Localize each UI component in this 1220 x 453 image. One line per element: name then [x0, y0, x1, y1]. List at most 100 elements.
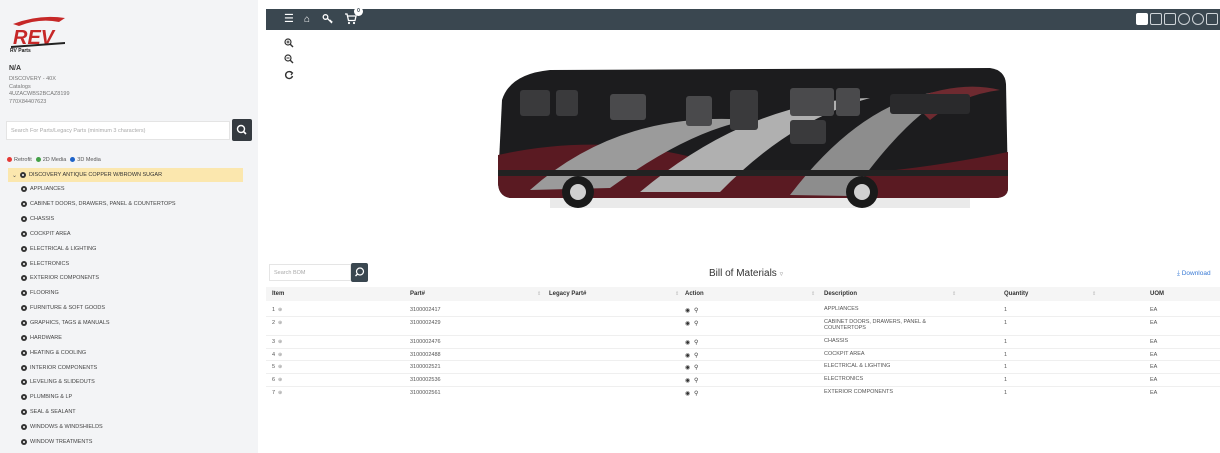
tree-item[interactable]: CHASSIS — [8, 212, 243, 227]
search-icon[interactable]: ⚲ — [694, 339, 698, 346]
cell-uom: EA — [1150, 319, 1158, 326]
tree-item[interactable]: COCKPIT AREA — [8, 227, 243, 242]
view-icon[interactable]: ◉ — [685, 320, 690, 327]
tree-item[interactable]: LEVELING & SLIDEOUTS — [8, 375, 243, 390]
cart-count-badge: 0 — [354, 7, 363, 16]
tree-item[interactable]: GRAPHICS, TAGS & MANUALS — [8, 316, 243, 331]
col-quantity[interactable]: Quantity — [1004, 291, 1028, 297]
tree-item[interactable]: HEATING & COOLING — [8, 345, 243, 360]
tree-item[interactable]: ELECTRONICS — [8, 256, 243, 271]
bom-search-button[interactable] — [351, 263, 368, 282]
magnify-icon[interactable]: ⊕ — [278, 307, 282, 313]
cell-quantity: 1 — [1004, 307, 1008, 313]
settings-icon[interactable] — [1192, 13, 1204, 25]
view-icon[interactable]: ◉ — [685, 377, 690, 384]
filter-icon[interactable]: ▿ — [780, 271, 784, 278]
col-action: Action — [685, 291, 704, 297]
sort-icon[interactable]: ⇕ — [675, 291, 679, 297]
bom-title-text: Bill of Materials — [709, 268, 777, 279]
cell-item: 1 — [272, 307, 276, 313]
tree-item[interactable]: APPLIANCES — [8, 182, 243, 197]
sort-icon[interactable]: ⇕ — [811, 291, 815, 297]
node-icon — [21, 394, 27, 401]
tree-item[interactable]: FURNITURE & SOFT GOODS — [8, 301, 243, 316]
cell-part: 3100002429 — [410, 319, 441, 326]
sort-icon[interactable]: ⇕ — [537, 291, 541, 297]
globe-icon[interactable] — [1178, 13, 1190, 25]
tree-item[interactable]: SEAL & SEALANT — [8, 405, 243, 420]
table-row[interactable]: 5 ⊕ 3100002521 ◉ ⚲ ELECTRICAL & LIGHTING 1 EA — [266, 361, 1220, 375]
tree-item-label: INTERIOR COMPONENTS — [30, 364, 98, 371]
node-icon — [21, 320, 27, 327]
col-part[interactable]: Part# — [410, 291, 425, 297]
view-icon[interactable]: ◉ — [685, 364, 690, 371]
bom-search-input[interactable]: Search BOM — [269, 264, 351, 281]
col-uom[interactable]: UOM — [1150, 291, 1164, 297]
tree-item[interactable]: INTERIOR COMPONENTS — [8, 360, 243, 375]
key-icon[interactable] — [322, 13, 334, 29]
node-icon — [21, 409, 27, 416]
layers-icon[interactable] — [1164, 13, 1176, 25]
search-icon[interactable]: ⚲ — [694, 377, 698, 384]
node-icon — [21, 245, 27, 252]
reset-icon[interactable] — [283, 69, 295, 81]
table-row[interactable]: 3 ⊕ 3100002476 ◉ ⚲ CHASSIS 1 EA — [266, 336, 1220, 349]
grid-icon[interactable] — [1150, 13, 1162, 25]
table-row[interactable]: 2 ⊕ 3100002429 ◉ ⚲ CABINET DOORS, DRAWERS, PA… — [266, 317, 1220, 336]
tree-root[interactable]: ⌄ DISCOVERY ANTIQUE COPPER W/BROWN SUGAR — [8, 168, 243, 182]
magnify-icon[interactable]: ⊕ — [278, 352, 282, 358]
table-row[interactable]: 7 ⊕ 3100002561 ◉ ⚲ EXTERIOR COMPONENTS 1 EA — [266, 387, 1220, 398]
legend-2d-media: 2D Media — [35, 157, 66, 163]
tree-item-label: ELECTRONICS — [30, 260, 70, 267]
node-icon — [21, 216, 27, 223]
magnify-icon[interactable]: ⊕ — [278, 377, 282, 383]
view-icon[interactable]: ◉ — [685, 339, 690, 346]
tree-item[interactable]: WINDOWS & WINDSHIELDS — [8, 420, 243, 435]
col-item[interactable]: Item — [272, 291, 284, 297]
tree-item-label: HEATING & COOLING — [30, 349, 87, 356]
tree-item[interactable]: WINDOW TREATMENTS — [8, 434, 243, 449]
view-icon[interactable]: ◉ — [685, 352, 690, 359]
zoom-in-icon[interactable] — [283, 37, 295, 49]
tree-item[interactable]: ELECTRICAL & LIGHTING — [8, 241, 243, 256]
home-icon[interactable]: ⌂ — [304, 13, 310, 26]
col-description[interactable]: Description — [824, 291, 857, 297]
table-row[interactable]: 6 ⊕ 3100002536 ◉ ⚲ ELECTRONICS 1 EA — [266, 374, 1220, 387]
magnify-icon[interactable]: ⊕ — [278, 364, 282, 370]
download-link[interactable]: ⤓ Download — [1177, 270, 1211, 278]
menu-icon[interactable]: ☰ — [284, 13, 294, 26]
tree-item[interactable]: HARDWARE — [8, 330, 243, 345]
search-icon[interactable]: ⚲ — [694, 320, 698, 327]
parts-search-input[interactable]: Search For Parts/Legacy Parts (minimum 3… — [6, 121, 230, 140]
search-icon[interactable]: ⚲ — [694, 390, 698, 397]
parts-search-button[interactable] — [232, 119, 252, 141]
tree-item-label: WINDOWS & WINDSHIELDS — [30, 423, 103, 430]
unit-catalogs: Catalogs — [9, 83, 31, 90]
2d-media-dot-icon — [35, 157, 41, 163]
tree-item[interactable]: FLOORING — [8, 286, 243, 301]
table-row[interactable]: 4 ⊕ 3100002488 ◉ ⚲ COCKPIT AREA 1 EA — [266, 349, 1220, 362]
image-icon[interactable] — [1136, 13, 1148, 25]
search-icon[interactable]: ⚲ — [694, 307, 698, 314]
view-icon[interactable]: ◉ — [685, 307, 690, 314]
cell-uom: EA — [1150, 364, 1158, 371]
view-icon[interactable]: ◉ — [685, 390, 690, 397]
tree-item[interactable]: CABINET DOORS, DRAWERS, PANEL & COUNTERT… — [8, 197, 243, 212]
magnify-icon[interactable]: ⊕ — [278, 320, 282, 326]
tree-item[interactable]: PLUMBING & LP — [8, 390, 243, 405]
cell-item: 2 — [272, 319, 276, 326]
sort-icon[interactable]: ⇕ — [952, 291, 956, 297]
list-icon[interactable] — [1206, 13, 1218, 25]
chevron-down-icon[interactable]: ⌄ — [12, 172, 17, 179]
search-icon[interactable]: ⚲ — [694, 352, 698, 359]
cell-part: 3100002488 — [410, 351, 441, 358]
col-legacy-part[interactable]: Legacy Part# — [549, 291, 586, 297]
search-icon[interactable]: ⚲ — [694, 364, 698, 371]
magnify-icon[interactable]: ⊕ — [278, 339, 282, 345]
sort-icon[interactable]: ⇕ — [1092, 291, 1096, 297]
cart-icon[interactable] — [344, 13, 357, 29]
magnify-icon[interactable]: ⊕ — [278, 390, 282, 396]
zoom-out-icon[interactable] — [283, 53, 295, 65]
tree-item[interactable]: EXTERIOR COMPONENTS — [8, 271, 243, 286]
table-row[interactable]: 1 ⊕ 3100002417 ◉ ⚲ APPLIANCES 1 EA — [266, 304, 1220, 317]
